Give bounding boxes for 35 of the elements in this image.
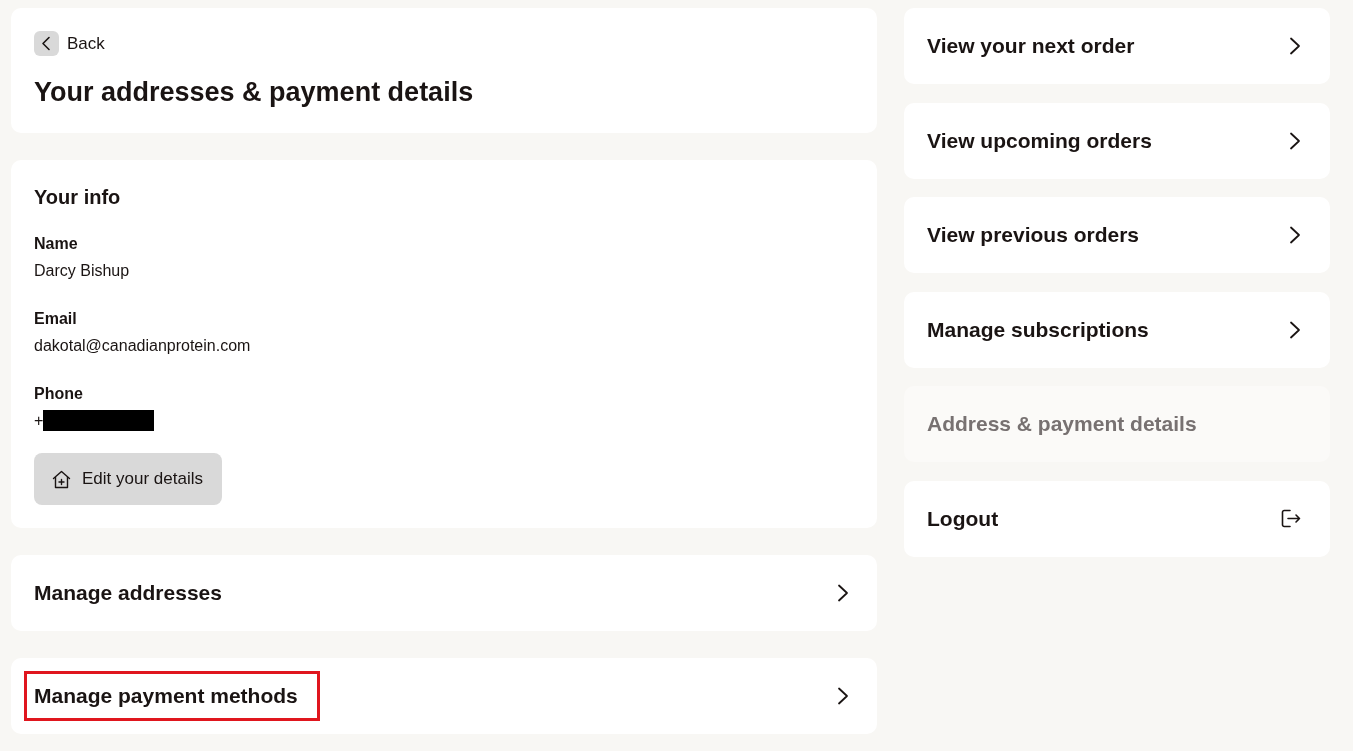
nav-link-card[interactable]: Logout — [904, 480, 1330, 557]
chevron-right-icon — [1289, 131, 1301, 150]
nav-link-card[interactable]: Address & payment details — [904, 386, 1330, 463]
nav-label: View upcoming orders — [927, 127, 1152, 154]
edit-details-button[interactable]: Edit your details — [34, 453, 222, 505]
chevron-right-icon — [1289, 226, 1301, 245]
nav-link-card[interactable]: View previous orders — [904, 197, 1330, 274]
field-label: Name — [34, 234, 79, 254]
nav-label: Logout — [927, 505, 999, 532]
field-value: + — [34, 411, 44, 431]
section-title: Your info — [34, 185, 121, 210]
chevron-right-icon — [837, 584, 849, 602]
page-title: Your addresses & payment details — [34, 76, 475, 109]
nav-link-card[interactable]: Manage subscriptions — [904, 291, 1330, 368]
field-value: Darcy Bishup — [34, 261, 130, 281]
chevron-right-icon — [837, 687, 849, 705]
link-label: Manage addresses — [34, 581, 222, 604]
logout-icon — [1281, 509, 1301, 529]
field-label: Email — [34, 309, 78, 329]
nav-label: View your next order — [927, 33, 1135, 59]
chevron-right-icon — [1289, 37, 1301, 55]
chevron-right-icon — [1289, 320, 1301, 339]
back-link[interactable]: Back — [34, 31, 105, 56]
link-label: Manage payment methods — [34, 684, 298, 707]
field-label: Phone — [34, 384, 84, 404]
chevron-left-icon — [34, 31, 59, 56]
menu-link-card[interactable]: Manage addresses — [11, 555, 877, 631]
nav-label: Manage subscriptions — [927, 316, 1149, 343]
menu-link-card[interactable]: Manage payment methods — [11, 658, 877, 734]
nav-link-card[interactable]: View upcoming orders — [904, 102, 1330, 179]
nav-label: View previous orders — [927, 222, 1140, 249]
nav-link-card[interactable]: View your next order — [904, 8, 1330, 84]
nav-label: Address & payment details — [927, 411, 1197, 438]
house-plus-icon — [52, 469, 71, 489]
field-value: dakotal@canadianprotein.com — [34, 336, 251, 356]
